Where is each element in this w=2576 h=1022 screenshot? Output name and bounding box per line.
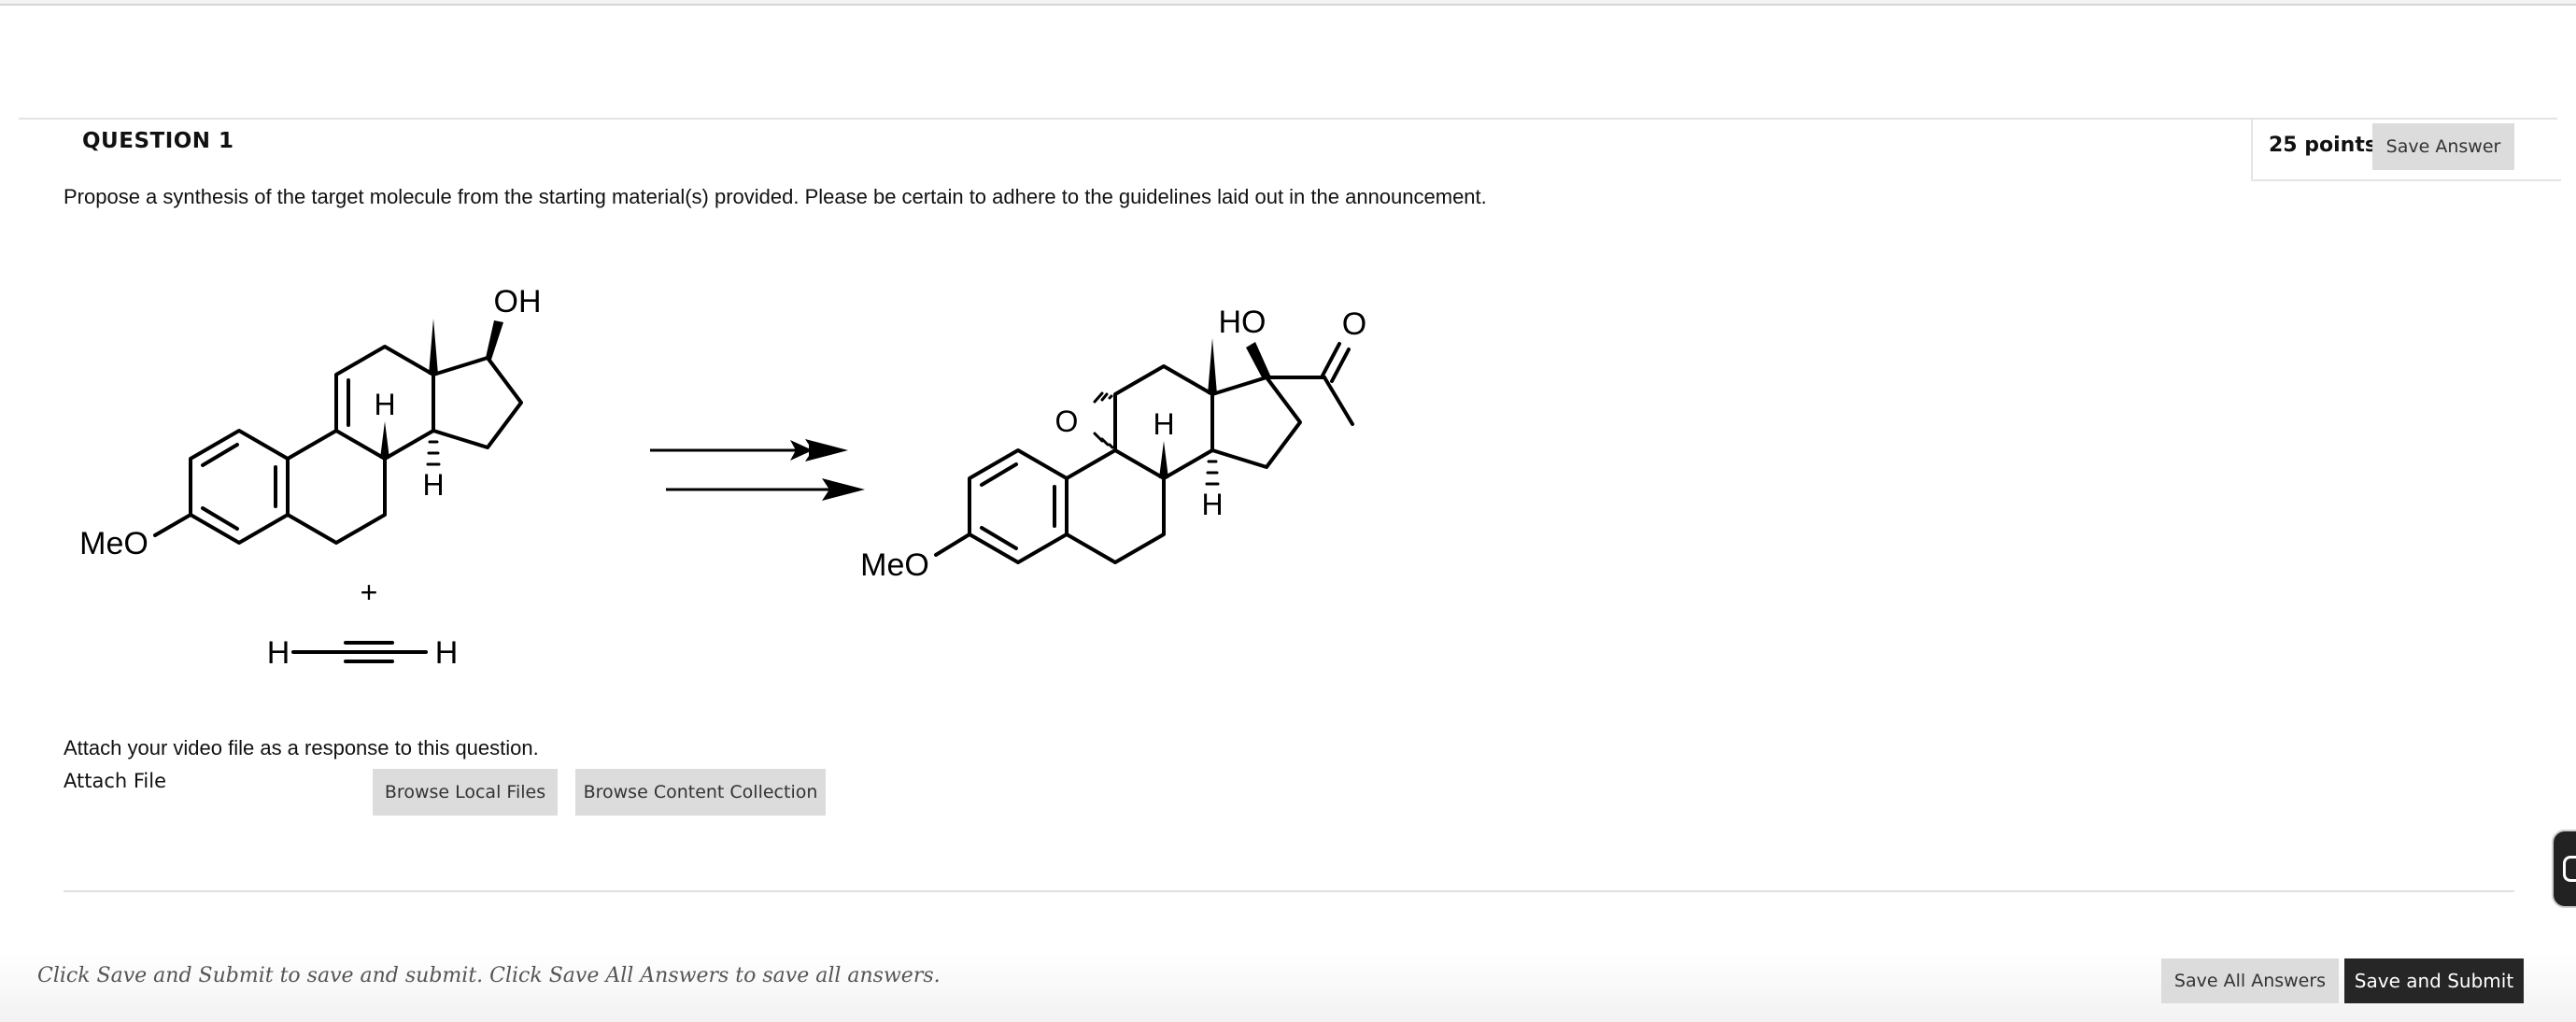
start-meo-label: MeO [79,526,149,561]
reaction-scheme: OH H H MeO + H H HO O O H H MeO [79,284,1366,671]
target-ho-label: HO [1219,305,1267,340]
save-all-answers-button[interactable]: Save All Answers [2161,958,2339,1003]
points-label: 25 points [2269,134,2377,157]
start-oh-wedge [486,320,503,360]
two-step-arrow [650,439,865,501]
start-ring-d [432,356,523,449]
start-h-upper-label: H [374,388,395,421]
target-oh-wedge [1246,342,1271,377]
question-title: QUESTION 1 [82,129,234,153]
footer-note: Click Save and Submit to save and submit… [37,964,941,987]
side-widget-icon [2563,856,2576,882]
browse-local-files-button[interactable]: Browse Local Files [373,769,558,816]
start-ring-a [189,429,290,545]
target-ring-d [1210,376,1302,469]
target-ketone-o-label: O [1342,306,1366,342]
acetylene-right-h: H [435,635,459,671]
start-methyl-wedge [429,319,438,375]
target-methyl-wedge [1208,338,1217,394]
target-ring-a [968,448,1069,564]
attach-divider [64,890,2514,892]
target-epoxide-o-label: O [1055,405,1079,438]
target-meo-label: MeO [860,547,929,583]
start-ring-b [286,429,387,545]
target-meo-bond [934,532,971,557]
attach-prompt: Attach your video file as a response to … [64,736,539,759]
start-oh-label: OH [494,284,542,319]
target-h-lower-label: H [1201,488,1223,521]
start-h-lower-label: H [422,468,444,502]
question-divider [19,118,2557,120]
target-ring-b [1065,448,1166,564]
start-h-wedge [380,421,389,459]
start-meo-bond [153,513,192,537]
save-answer-button[interactable]: Save Answer [2372,123,2514,170]
question-prompt: Propose a synthesis of the target molecu… [64,185,1487,208]
attach-file-label: Attach File [64,770,167,792]
plus-sign: + [361,575,378,609]
side-widget-tab[interactable] [2552,830,2576,908]
target-h-wedge [1159,441,1168,478]
target-h-upper-label: H [1153,407,1174,441]
acetylene-left-h: H [267,635,290,671]
top-divider [0,0,2576,6]
save-and-submit-button[interactable]: Save and Submit [2344,958,2524,1003]
browse-content-collection-button[interactable]: Browse Content Collection [575,769,826,816]
